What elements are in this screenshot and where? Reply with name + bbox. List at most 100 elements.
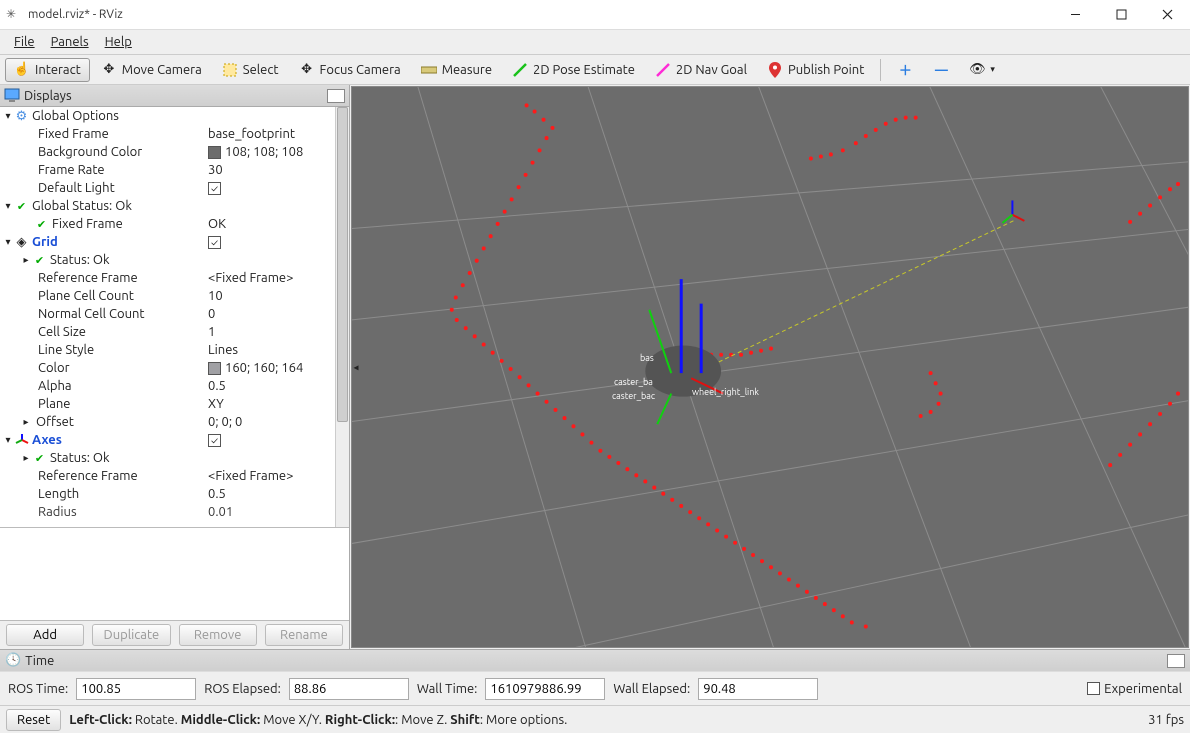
- tree-key[interactable]: Fixed Frame: [52, 217, 123, 231]
- tree-key[interactable]: Fixed Frame: [38, 127, 109, 141]
- collapse-handle[interactable]: ◂: [351, 345, 361, 390]
- tool-interact[interactable]: ☝Interact: [5, 58, 90, 82]
- maximize-button[interactable]: [1098, 0, 1144, 30]
- tree-key[interactable]: Normal Cell Count: [38, 307, 145, 321]
- rename-button[interactable]: Rename: [265, 624, 343, 646]
- displays-panel-header[interactable]: Displays: [0, 85, 349, 107]
- hand-icon: ☝: [14, 62, 30, 78]
- monitor-icon: [4, 88, 20, 104]
- remove-button[interactable]: Remove: [179, 624, 257, 646]
- reset-button[interactable]: Reset: [6, 709, 61, 731]
- tree-value[interactable]: 0: [208, 307, 215, 321]
- frame-label: wheel_right_link: [692, 387, 759, 397]
- titlebar: ✳ model.rviz* - RViz: [0, 0, 1190, 30]
- plus-icon: ＋: [897, 62, 913, 78]
- tree-item-grid[interactable]: Grid: [32, 235, 58, 249]
- ros-time-input[interactable]: [76, 678, 196, 700]
- tool-measure[interactable]: Measure: [412, 58, 501, 82]
- tree-key[interactable]: Radius: [38, 505, 77, 519]
- tree-item[interactable]: Global Status: Ok: [32, 199, 132, 213]
- tool-2d-nav-goal[interactable]: 2D Nav Goal: [646, 58, 756, 82]
- tree-value[interactable]: Lines: [208, 343, 238, 357]
- color-swatch[interactable]: [208, 146, 221, 159]
- tool-2d-pose-estimate[interactable]: 2D Pose Estimate: [503, 58, 644, 82]
- grid-icon: ◈: [14, 235, 29, 250]
- time-panel-body: ROS Time: ROS Elapsed: Wall Time: Wall E…: [0, 671, 1190, 705]
- wall-elapsed-input[interactable]: [698, 678, 818, 700]
- tree-value[interactable]: 0; 0; 0: [208, 415, 242, 429]
- tree-value[interactable]: <Fixed Frame>: [208, 271, 293, 285]
- move-icon: ✥: [101, 62, 117, 78]
- tree-key[interactable]: Reference Frame: [38, 469, 138, 483]
- expand-toggle[interactable]: ▸: [20, 416, 32, 428]
- tree-key[interactable]: Plane: [38, 397, 71, 411]
- ros-elapsed-input[interactable]: [289, 678, 409, 700]
- tool-focus-camera[interactable]: ✥Focus Camera: [290, 58, 410, 82]
- expand-toggle[interactable]: ▸: [20, 452, 32, 464]
- checkbox[interactable]: ✓: [208, 236, 221, 249]
- displays-tree[interactable]: ▾⚙Global Options Fixed Framebase_footpri…: [0, 107, 349, 528]
- tree-item-axes[interactable]: Axes: [32, 433, 62, 447]
- tree-value[interactable]: <Fixed Frame>: [208, 469, 293, 483]
- tree-item[interactable]: Global Options: [32, 109, 119, 123]
- tree-key[interactable]: Default Light: [38, 181, 115, 195]
- tree-value[interactable]: 0.5: [208, 487, 226, 501]
- tree-value[interactable]: 10: [208, 289, 223, 303]
- minimize-button[interactable]: [1052, 0, 1098, 30]
- axes-icon: [14, 433, 29, 447]
- minus-icon: —: [933, 62, 949, 78]
- tree-key[interactable]: Background Color: [38, 145, 142, 159]
- tree-key[interactable]: Plane Cell Count: [38, 289, 134, 303]
- tool-remove[interactable]: —: [924, 58, 958, 82]
- menubar: File Panels Help: [0, 30, 1190, 55]
- tree-value[interactable]: 1: [208, 325, 215, 339]
- check-icon: ✔: [32, 254, 47, 267]
- close-button[interactable]: [1144, 0, 1190, 30]
- tree-key[interactable]: Length: [38, 487, 79, 501]
- tool-visibility[interactable]: 👁▾: [960, 58, 1004, 82]
- checkbox[interactable]: ✓: [208, 182, 221, 195]
- color-swatch[interactable]: [208, 362, 221, 375]
- tree-key[interactable]: Frame Rate: [38, 163, 105, 177]
- status-hints: Left-Click: Rotate. Middle-Click: Move X…: [69, 713, 567, 727]
- expand-toggle[interactable]: ▾: [2, 434, 14, 446]
- 3d-viewport[interactable]: ◂: [351, 86, 1189, 648]
- tree-key[interactable]: Status: Ok: [50, 451, 110, 465]
- panel-float-button[interactable]: [1167, 654, 1185, 668]
- tree-key[interactable]: Offset: [36, 415, 74, 429]
- tool-publish-point[interactable]: Publish Point: [758, 58, 873, 82]
- tree-key[interactable]: Line Style: [38, 343, 94, 357]
- tree-value[interactable]: XY: [208, 397, 224, 411]
- tree-key[interactable]: Reference Frame: [38, 271, 138, 285]
- menu-help[interactable]: Help: [97, 33, 140, 51]
- wall-elapsed-label: Wall Elapsed:: [613, 682, 690, 696]
- expand-toggle[interactable]: ▾: [2, 200, 14, 212]
- add-button[interactable]: Add: [6, 624, 84, 646]
- expand-toggle[interactable]: ▸: [20, 254, 32, 266]
- tree-key[interactable]: Cell Size: [38, 325, 86, 339]
- experimental-checkbox[interactable]: [1087, 682, 1100, 695]
- duplicate-button[interactable]: Duplicate: [92, 624, 170, 646]
- expand-toggle[interactable]: ▾: [2, 236, 14, 248]
- time-panel-header[interactable]: 🕓 Time: [0, 649, 1190, 671]
- tree-key[interactable]: Alpha: [38, 379, 72, 393]
- tool-move-camera[interactable]: ✥Move Camera: [92, 58, 211, 82]
- tree-key[interactable]: Status: Ok: [50, 253, 110, 267]
- menu-panels[interactable]: Panels: [43, 33, 97, 51]
- tree-value[interactable]: base_footprint: [208, 127, 295, 141]
- tree-key[interactable]: Color: [38, 361, 70, 375]
- tool-select[interactable]: Select: [213, 58, 288, 82]
- menu-file[interactable]: File: [6, 33, 43, 51]
- tool-add[interactable]: ＋: [888, 58, 922, 82]
- tree-value[interactable]: 0.5: [208, 379, 226, 393]
- tree-value[interactable]: 108; 108; 108: [225, 145, 303, 159]
- wall-time-input[interactable]: [485, 678, 605, 700]
- checkbox[interactable]: ✓: [208, 434, 221, 447]
- tree-value[interactable]: 160; 160; 164: [225, 361, 303, 375]
- tree-value[interactable]: 30: [208, 163, 223, 177]
- expand-toggle[interactable]: ▾: [2, 110, 14, 122]
- tree-scrollbar[interactable]: [335, 107, 349, 527]
- tree-value[interactable]: 0.01: [208, 505, 233, 519]
- panel-float-button[interactable]: [327, 89, 345, 103]
- tree-value[interactable]: OK: [208, 217, 226, 231]
